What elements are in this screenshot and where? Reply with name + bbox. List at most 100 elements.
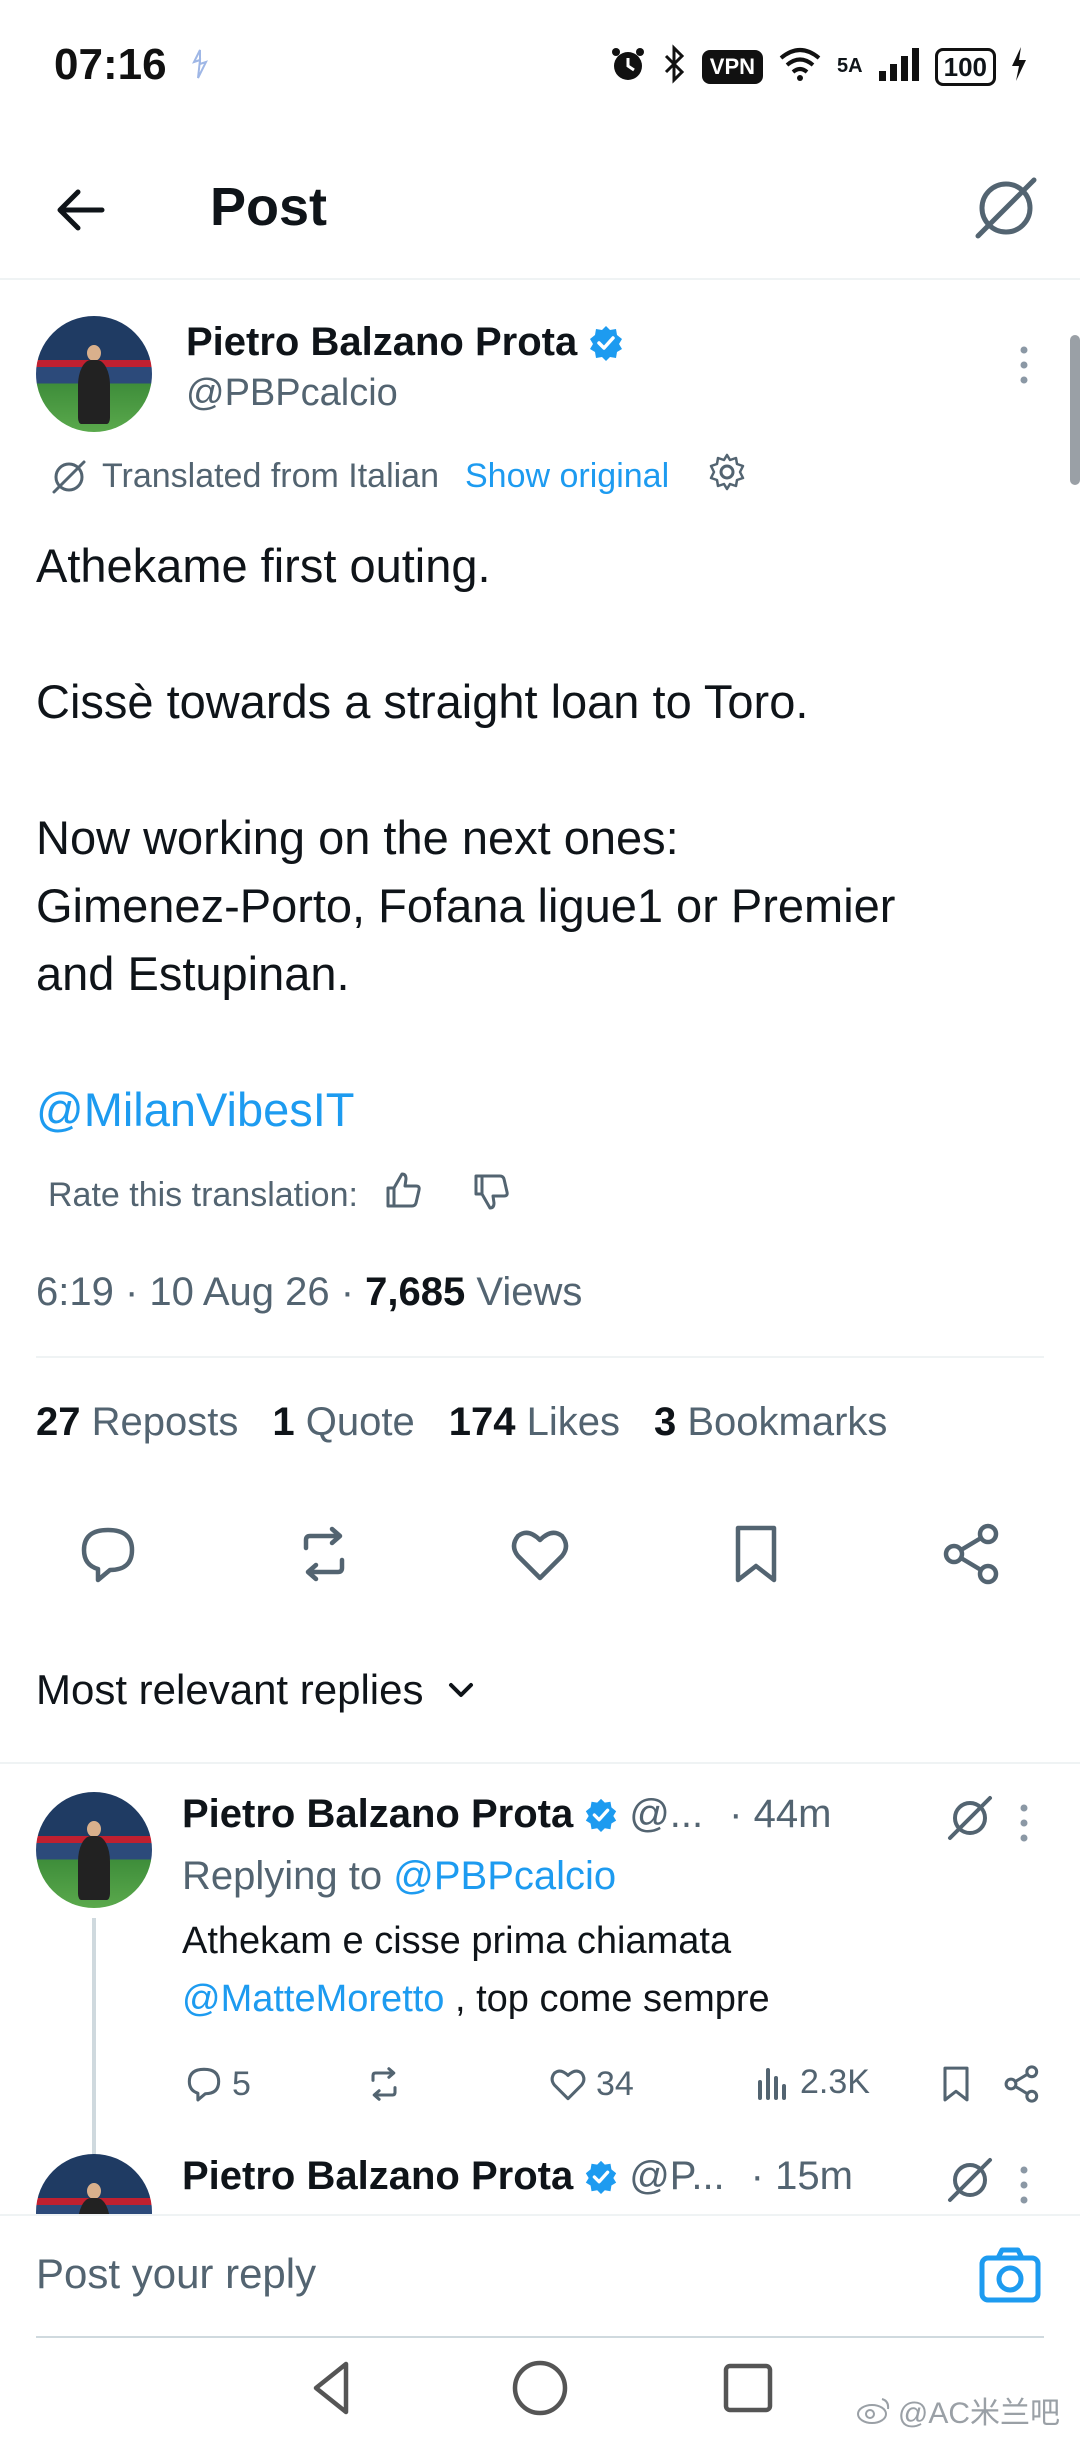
nav-recents-button[interactable] xyxy=(716,2356,780,2420)
translate-button[interactable] xyxy=(968,170,1044,246)
reply-button[interactable]: 5 xyxy=(182,2062,251,2106)
author-name[interactable]: Pietro Balzano Prota xyxy=(186,320,577,365)
heart-icon xyxy=(550,2069,586,2101)
page-title: Post xyxy=(210,177,328,237)
repost-button[interactable] xyxy=(362,2062,406,2106)
top-app-bar: Post xyxy=(0,140,1080,280)
reply-header: Pietro Balzano Prota @P... · 15m xyxy=(182,2154,853,2199)
post-text-line: Now working on the next ones: xyxy=(36,811,679,864)
post-actions xyxy=(36,1518,1044,1608)
post-time: 6:19 xyxy=(36,1270,114,1314)
gear-icon xyxy=(709,453,745,491)
avatar[interactable] xyxy=(36,2154,152,2214)
post-metadata: 6:19 · 10 Aug 26 · 7,685 Views xyxy=(36,1270,583,1314)
translate-button[interactable] xyxy=(944,2154,996,2206)
author-name-row[interactable]: Pietro Balzano Prota xyxy=(186,320,625,365)
reply-item[interactable]: Pietro Balzano Prota @... · 44m Replying… xyxy=(36,1768,1044,2168)
replies-sort-label: Most relevant replies xyxy=(36,1666,424,1713)
repost-icon xyxy=(371,2067,397,2101)
nav-home-button[interactable] xyxy=(508,2356,572,2420)
like-button[interactable] xyxy=(504,1518,576,1590)
bookmarks-stat[interactable]: 3 Bookmarks xyxy=(654,1400,887,1445)
avatar[interactable] xyxy=(36,1792,152,1908)
reply-item[interactable]: Pietro Balzano Prota @P... · 15m xyxy=(36,2130,1044,2214)
camera-button[interactable] xyxy=(976,2242,1044,2310)
views-count: 2.3K xyxy=(800,2062,870,2101)
rate-translation: Rate this translation: xyxy=(48,1170,512,1221)
reply-button[interactable] xyxy=(72,1518,144,1590)
system-nav-bar: @AC米兰吧 xyxy=(0,2338,1080,2438)
triangle-back-icon xyxy=(313,2361,349,2415)
bookmark-button[interactable] xyxy=(720,1518,792,1590)
share-button[interactable] xyxy=(1000,2062,1044,2106)
author-handle[interactable]: @PBPcalcio xyxy=(186,372,398,415)
post-text-line: Cissè towards a straight loan to Toro. xyxy=(36,675,809,728)
divider xyxy=(0,1762,1080,1764)
alarm-icon xyxy=(608,44,648,89)
status-bar: 07:16 VPN 5A 100 xyxy=(0,0,1080,130)
translated-from-label: Translated from Italian xyxy=(102,457,439,495)
mention-link[interactable]: @MilanVibesIT xyxy=(36,1076,1036,1144)
reply-header: Pietro Balzano Prota @... · 44m xyxy=(182,1792,831,1837)
repost-button[interactable] xyxy=(288,1518,360,1590)
reply-author-handle[interactable]: @P... xyxy=(629,2154,724,2199)
notification-icon xyxy=(186,48,214,87)
bookmark-icon xyxy=(943,2066,969,2102)
reposts-stat[interactable]: 27 Reposts xyxy=(36,1400,238,1445)
bookmark-icon xyxy=(735,1525,777,1583)
thumbs-down-button[interactable] xyxy=(470,1170,512,1221)
reply-time: · 15m xyxy=(750,2154,853,2198)
reply-author-name[interactable]: Pietro Balzano Prota xyxy=(182,2154,573,2199)
verified-badge-icon xyxy=(586,1798,617,1832)
vpn-badge: VPN xyxy=(701,49,764,84)
thumbs-up-icon xyxy=(386,1172,421,1208)
watermark: @AC米兰吧 xyxy=(856,2388,1060,2432)
watermark-text: @AC米兰吧 xyxy=(897,2397,1060,2430)
more-options-button[interactable] xyxy=(1004,340,1044,390)
reply-count: 5 xyxy=(232,2064,251,2103)
divider xyxy=(36,1356,1044,1358)
views-button[interactable]: 2.3K xyxy=(754,2062,870,2102)
thumbs-up-button[interactable] xyxy=(382,1170,424,1221)
share-icon xyxy=(943,1523,999,1585)
reply-author-name[interactable]: Pietro Balzano Prota xyxy=(182,1792,573,1837)
repost-icon xyxy=(303,1526,345,1582)
more-vertical-icon xyxy=(1020,2166,1028,2204)
nav-back-button[interactable] xyxy=(300,2356,364,2420)
replying-to-link[interactable]: @PBPcalcio xyxy=(393,1854,616,1898)
rate-translation-label: Rate this translation: xyxy=(48,1176,358,1214)
network-type: 5A xyxy=(837,55,863,77)
like-button[interactable]: 34 xyxy=(546,2062,634,2106)
mention-link[interactable]: @MatteMoretto xyxy=(182,1978,444,2020)
heart-icon xyxy=(511,1530,569,1581)
avatar[interactable] xyxy=(36,316,152,432)
views-count: 7,685 xyxy=(365,1270,466,1314)
reply-author-handle[interactable]: @... xyxy=(629,1792,703,1837)
translate-button[interactable] xyxy=(944,1792,996,1844)
more-vertical-icon xyxy=(1020,346,1028,384)
analytics-icon xyxy=(758,2068,786,2100)
more-options-button[interactable] xyxy=(1004,2160,1044,2210)
camera-icon xyxy=(979,2247,1041,2303)
bookmark-button[interactable] xyxy=(934,2062,978,2106)
more-options-button[interactable] xyxy=(1004,1798,1044,1848)
replies-sort-button[interactable]: Most relevant replies xyxy=(36,1666,478,1714)
likes-stat[interactable]: 174 Likes xyxy=(449,1400,620,1445)
charging-icon xyxy=(1010,47,1028,86)
translation-settings-button[interactable] xyxy=(707,452,747,501)
share-button[interactable] xyxy=(936,1518,1008,1590)
comment-icon xyxy=(187,2067,221,2102)
circle-home-icon xyxy=(512,2360,568,2416)
square-recents-icon xyxy=(723,2363,773,2413)
status-time: 07:16 xyxy=(54,40,167,89)
back-button[interactable] xyxy=(52,180,112,240)
chevron-down-icon xyxy=(448,1683,473,1697)
quotes-stat[interactable]: 1 Quote xyxy=(272,1400,414,1445)
reply-actions: 5 34 2.3K xyxy=(182,2062,1044,2118)
arrow-left-icon xyxy=(57,189,105,231)
translate-icon xyxy=(52,460,86,493)
reply-input[interactable]: Post your reply xyxy=(36,2250,316,2298)
reply-text: Athekam e cisse prima chiamata @MatteMor… xyxy=(182,1920,770,2020)
show-original-link[interactable]: Show original xyxy=(465,457,669,496)
scrollbar[interactable] xyxy=(1070,335,1080,485)
